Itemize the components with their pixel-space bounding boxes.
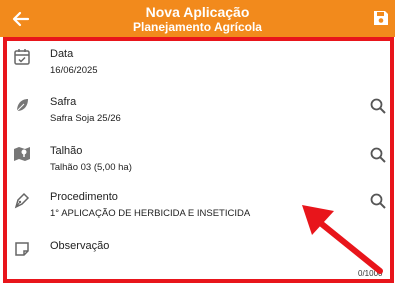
field-label: Observação	[50, 240, 110, 252]
field-value: Talhão 03 (5,00 ha)	[50, 162, 132, 173]
field-label: Safra	[50, 96, 77, 108]
field-label: Data	[50, 48, 74, 60]
field-safra[interactable]: Safra Safra Soja 25/26	[7, 96, 386, 140]
field-value: Safra Soja 25/26	[50, 113, 121, 124]
field-label: Talhão	[50, 145, 83, 157]
red-arrow-annotation	[302, 205, 383, 274]
pen-nib-icon	[14, 192, 30, 209]
page-title: Nova Aplicação	[145, 4, 250, 20]
note-icon	[15, 242, 29, 256]
leaf-icon	[16, 99, 28, 112]
calendar-check-icon	[14, 49, 30, 65]
field-value: 16/06/2025	[50, 65, 98, 76]
save-disk-icon	[374, 11, 388, 25]
search-icon[interactable]	[369, 146, 387, 164]
save-button[interactable]	[372, 9, 390, 27]
page-subtitle: Planejamento Agrícola	[133, 20, 262, 34]
field-value: 1° APLICAÇÃO DE HERBICIDA E INSETICIDA	[50, 208, 251, 219]
map-pin-icon	[14, 147, 30, 161]
app-header: Nova Aplicação Planejamento Agrícola	[0, 0, 395, 37]
field-label: Procedimento	[50, 191, 118, 203]
arrow-left-icon	[12, 11, 30, 27]
back-button[interactable]	[10, 8, 32, 30]
field-talhao[interactable]: Talhão Talhão 03 (5,00 ha)	[7, 145, 386, 189]
field-data[interactable]: Data 16/06/2025	[7, 48, 386, 92]
search-icon[interactable]	[369, 97, 387, 115]
